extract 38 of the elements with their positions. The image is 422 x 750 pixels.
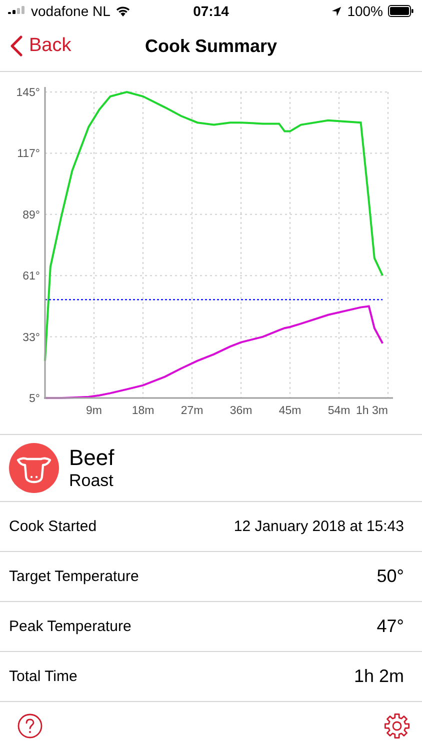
location-arrow-icon [331,6,342,16]
axis-label: 5° [29,393,40,405]
axis-label: 1h 3m [356,405,388,417]
axis-label: 45m [278,405,302,417]
signal-icon [8,6,26,16]
food-cut: Roast [69,471,114,491]
back-button[interactable]: Back [10,31,72,61]
detail-value: 12 January 2018 at 15:43 [234,518,404,535]
axis-label: 145° [16,87,40,99]
screen-title: Cook Summary [144,36,278,57]
chevron-left-icon [10,35,23,57]
battery-percentage: 100% [347,3,383,19]
axis-label: 61° [22,270,40,283]
axis-label: 89° [22,209,40,222]
help-icon [17,713,43,739]
settings-icon [384,713,410,739]
help-button[interactable] [17,713,43,739]
carrier-name: vodafone NL [31,3,110,19]
axis-label: 33° [22,332,40,344]
detail-label: Peak Temperature [9,618,132,635]
detail-value: 1h 2m [354,666,404,687]
detail-label: Total Time [9,668,78,685]
axis-label: 9m [86,405,102,417]
food-name: Beef [69,445,114,471]
detail-label: Target Temperature [9,568,139,585]
battery-icon [388,5,414,17]
detail-value: 50° [376,566,404,587]
axis-label: 36m [230,405,252,417]
settings-button[interactable] [384,713,410,739]
clock-time: 07:14 [193,3,229,19]
axis-label: 18m [132,405,154,417]
axis-label: 54m [328,405,350,417]
axis-label: 117° [17,148,40,160]
axis-label: 27m [180,405,204,417]
detail-value: 47° [376,616,404,637]
cow-head-icon [9,443,59,493]
detail-label: Cook Started [9,518,97,535]
wifi-icon [115,5,132,17]
